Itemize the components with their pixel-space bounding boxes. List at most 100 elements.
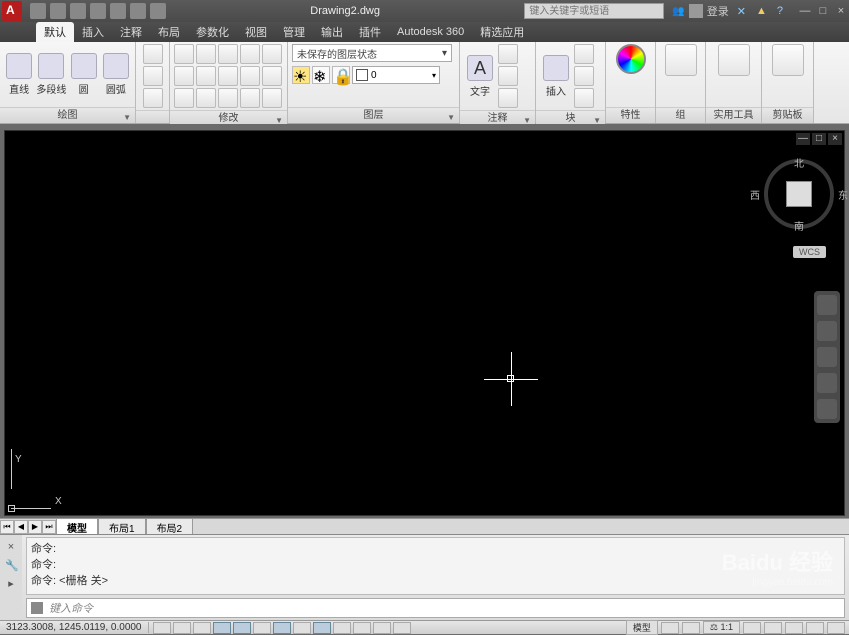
offset-button[interactable] [196,88,216,108]
drawing-canvas[interactable]: — □ × 北 南 西 东 WCS Y X [4,130,845,516]
tab-a360[interactable]: Autodesk 360 [389,24,472,40]
arc-button[interactable]: 圆弧 [101,53,131,96]
hatch-button[interactable] [143,88,163,108]
qat-new-icon[interactable] [30,3,46,19]
viewcube[interactable]: 北 南 西 东 [764,159,834,229]
model-space-button[interactable]: 模型 [626,620,658,635]
qat-open-icon[interactable] [50,3,66,19]
isolate-objects-icon[interactable] [806,622,824,634]
ducs-toggle[interactable] [293,622,311,634]
anno-visibility-icon[interactable] [743,622,761,634]
tab-layout[interactable]: 布局 [150,22,188,42]
app-icon[interactable] [2,1,22,21]
showmotion-icon[interactable] [817,399,837,419]
3dosnap-toggle[interactable] [253,622,271,634]
options-cmd-icon[interactable]: 🔧 [5,559,17,571]
tab-insert[interactable]: 插入 [74,22,112,42]
tab-first-button[interactable]: ⏮ [0,520,14,534]
break-button[interactable] [240,88,260,108]
window-restore-button[interactable]: □ [815,4,831,18]
quickview-layout-icon[interactable] [661,622,679,634]
osnap-toggle[interactable] [233,622,251,634]
lwt-toggle[interactable] [333,622,351,634]
ortho-toggle[interactable] [193,622,211,634]
fillet-button[interactable] [218,66,238,86]
qat-save-icon[interactable] [70,3,86,19]
prompt-cmd-icon[interactable]: ▸ [5,577,17,589]
stretch-button[interactable] [240,66,260,86]
copy-button[interactable] [174,66,194,86]
edit-block-button[interactable] [574,66,594,86]
layer-freeze-icon[interactable]: ❄ [312,66,330,84]
tab-next-button[interactable]: ▶ [28,520,42,534]
paste-button[interactable] [772,44,804,76]
tab-annotate[interactable]: 注释 [112,22,150,42]
layout-tab-model[interactable]: 模型 [56,518,98,536]
grid-toggle[interactable] [173,622,191,634]
trim-button[interactable] [218,44,238,64]
tab-parametric[interactable]: 参数化 [188,22,237,42]
help-search-input[interactable] [524,3,664,19]
layer-on-icon[interactable]: ☀ [292,66,310,84]
layout-tab-2[interactable]: 布局2 [146,518,194,536]
mirror-button[interactable] [196,66,216,86]
tab-prev-button[interactable]: ◀ [14,520,28,534]
layer-state-dropdown[interactable]: 未保存的图层状态▾ [292,44,452,62]
group-button[interactable] [665,44,697,76]
qat-redo-icon[interactable] [150,3,166,19]
text-button[interactable]: A文字 [464,55,496,98]
tab-addins[interactable]: 插件 [351,22,389,42]
hardware-accel-icon[interactable] [785,622,803,634]
rotate-button[interactable] [196,44,216,64]
dyn-toggle[interactable] [313,622,331,634]
window-minimize-button[interactable]: — [797,4,813,18]
wcs-badge[interactable]: WCS [793,246,826,258]
attribute-button[interactable] [574,88,594,108]
join-button[interactable] [262,88,282,108]
dimension-button[interactable] [498,44,518,64]
tab-manage[interactable]: 管理 [275,22,313,42]
snap-toggle[interactable] [153,622,171,634]
tab-last-button[interactable]: ⏭ [42,520,56,534]
close-cmd-icon[interactable]: × [5,541,17,553]
measure-button[interactable] [718,44,750,76]
qat-undo-icon[interactable] [130,3,146,19]
doc-restore-button[interactable]: □ [812,133,826,145]
create-block-button[interactable] [574,44,594,64]
window-close-button[interactable]: × [833,4,849,18]
anno-scale-button[interactable]: ⚖ 1:1 [703,621,740,634]
move-button[interactable] [174,44,194,64]
layer-dropdown[interactable]: 0 ▾ [352,66,440,84]
scale-button[interactable] [174,88,194,108]
steering-wheel-icon[interactable] [817,295,837,315]
pan-icon[interactable] [817,321,837,341]
polar-toggle[interactable] [213,622,231,634]
quickview-drawing-icon[interactable] [682,622,700,634]
doc-close-button[interactable]: × [828,133,842,145]
command-history[interactable]: 命令: 命令: 命令: <栅格 关> [26,537,845,595]
array-button[interactable] [262,66,282,86]
sc-toggle[interactable] [393,622,411,634]
zoom-icon[interactable] [817,347,837,367]
ellipse-button[interactable] [143,66,163,86]
tab-view[interactable]: 视图 [237,22,275,42]
layer-lock-icon[interactable]: 🔒 [332,66,350,84]
tab-default[interactable]: 默认 [36,22,74,42]
coordinates-readout[interactable]: 3123.3008, 1245.0119, 0.0000 [0,622,149,633]
command-input[interactable]: 键入命令 [26,598,845,618]
exchange-icon[interactable]: ✕ [737,5,746,18]
otrack-toggle[interactable] [273,622,291,634]
tab-featured[interactable]: 精选应用 [472,22,532,42]
qp-toggle[interactable] [373,622,391,634]
table-button[interactable] [498,88,518,108]
autodesk-icon[interactable]: ▲ [756,5,767,17]
tpy-toggle[interactable] [353,622,371,634]
polyline-button[interactable]: 多段线 [36,53,66,96]
workspace-switch-icon[interactable] [764,622,782,634]
circle-button[interactable]: 圆 [69,53,99,96]
help-icon[interactable]: ? [777,5,783,17]
extend-button[interactable] [218,88,238,108]
insert-block-button[interactable]: 插入 [540,55,572,98]
leader-button[interactable] [498,66,518,86]
login-button[interactable]: 👥 登录 [672,3,728,19]
